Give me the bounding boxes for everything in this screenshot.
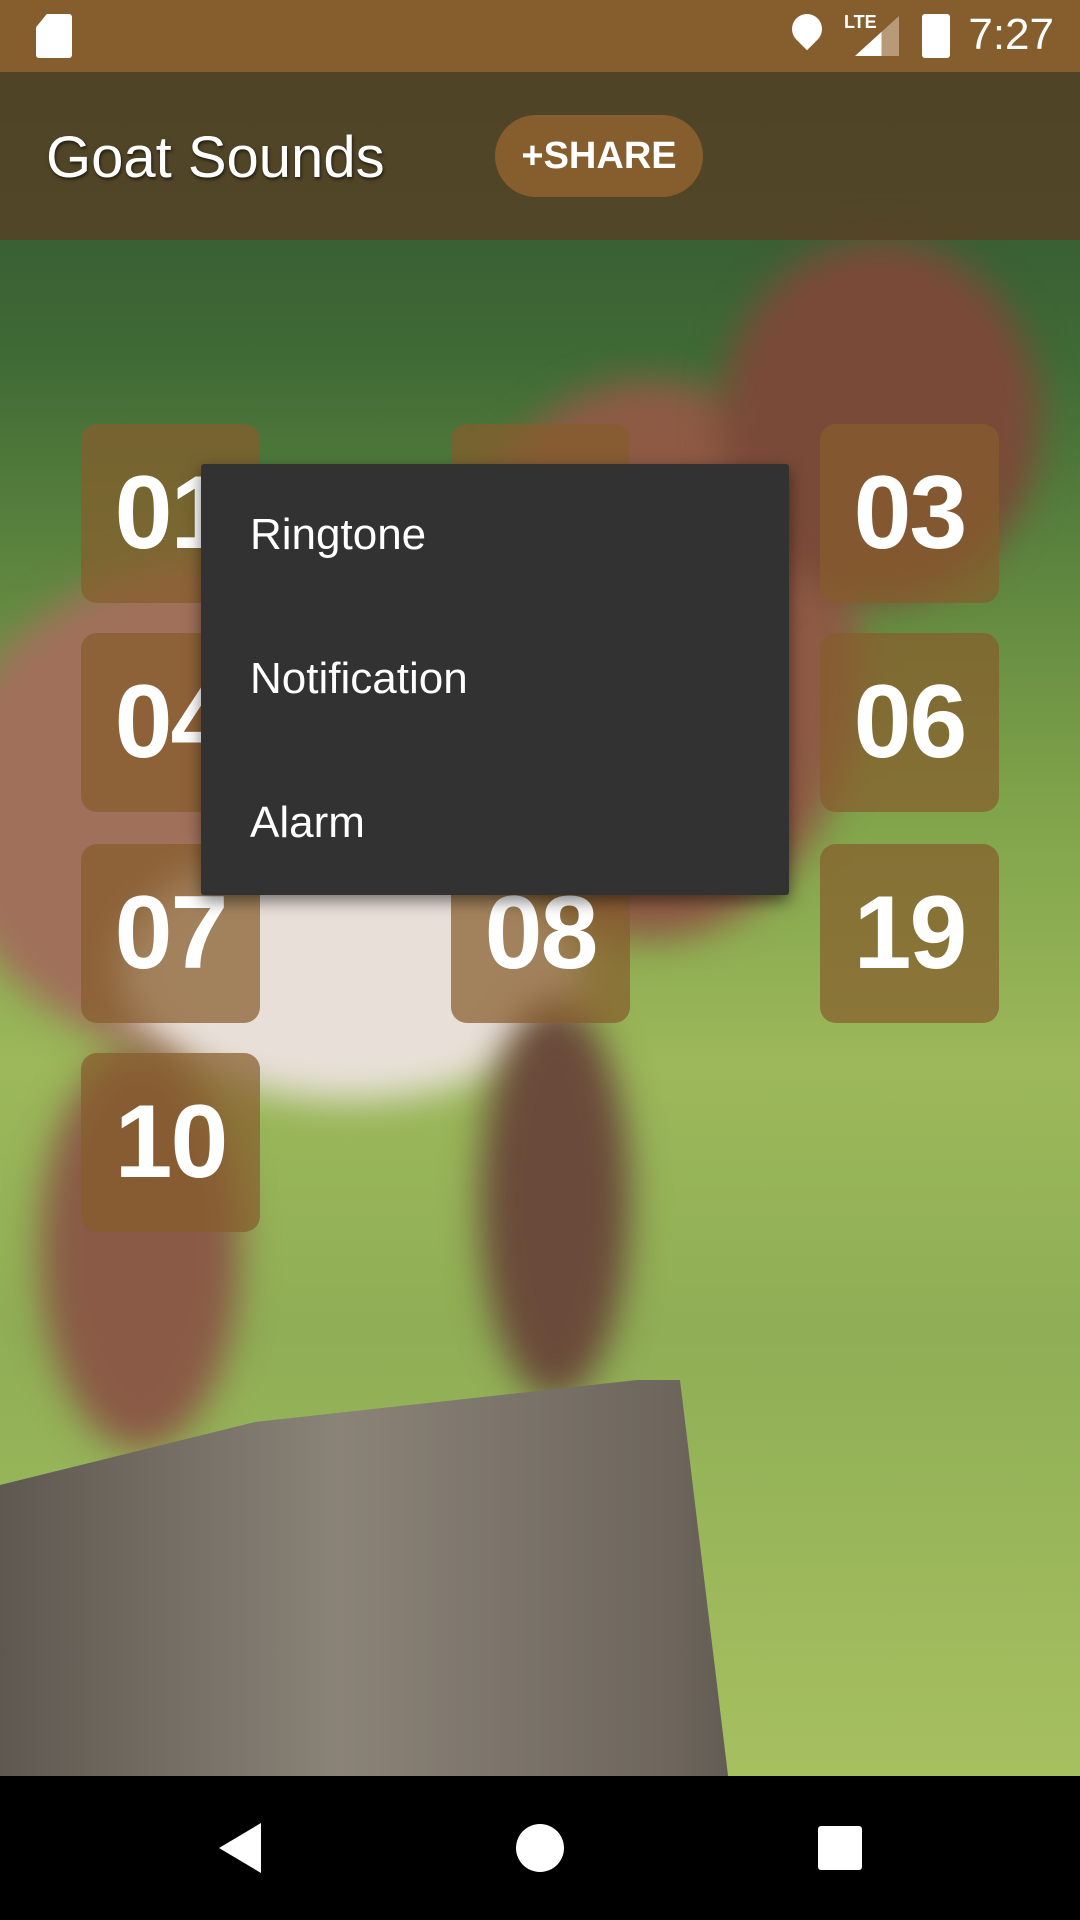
navigation-bar: [0, 1776, 1080, 1920]
sd-card-icon: [36, 14, 72, 58]
menu-item-notification[interactable]: Notification: [201, 607, 789, 751]
sound-button[interactable]: 19: [820, 844, 999, 1023]
lte-label: LTE: [844, 12, 877, 32]
location-icon: [785, 7, 829, 51]
sound-button[interactable]: 03: [820, 424, 999, 603]
clock: 7:27: [968, 10, 1054, 59]
status-bar: LTE 7:27: [0, 0, 1080, 72]
app-bar: Goat Sounds +SHARE: [0, 72, 1080, 240]
battery-charging-icon: [922, 14, 950, 58]
recents-icon[interactable]: [780, 1776, 900, 1920]
menu-item-ringtone[interactable]: Ringtone: [201, 462, 789, 607]
back-icon[interactable]: [180, 1776, 300, 1920]
sound-button[interactable]: 10: [81, 1053, 260, 1232]
sound-button[interactable]: 06: [820, 633, 999, 812]
app-title: Goat Sounds: [46, 125, 385, 190]
share-button[interactable]: +SHARE: [495, 115, 703, 197]
popup-menu: Ringtone Notification Alarm: [201, 464, 789, 895]
menu-item-alarm[interactable]: Alarm: [201, 751, 789, 895]
home-icon[interactable]: [480, 1776, 600, 1920]
